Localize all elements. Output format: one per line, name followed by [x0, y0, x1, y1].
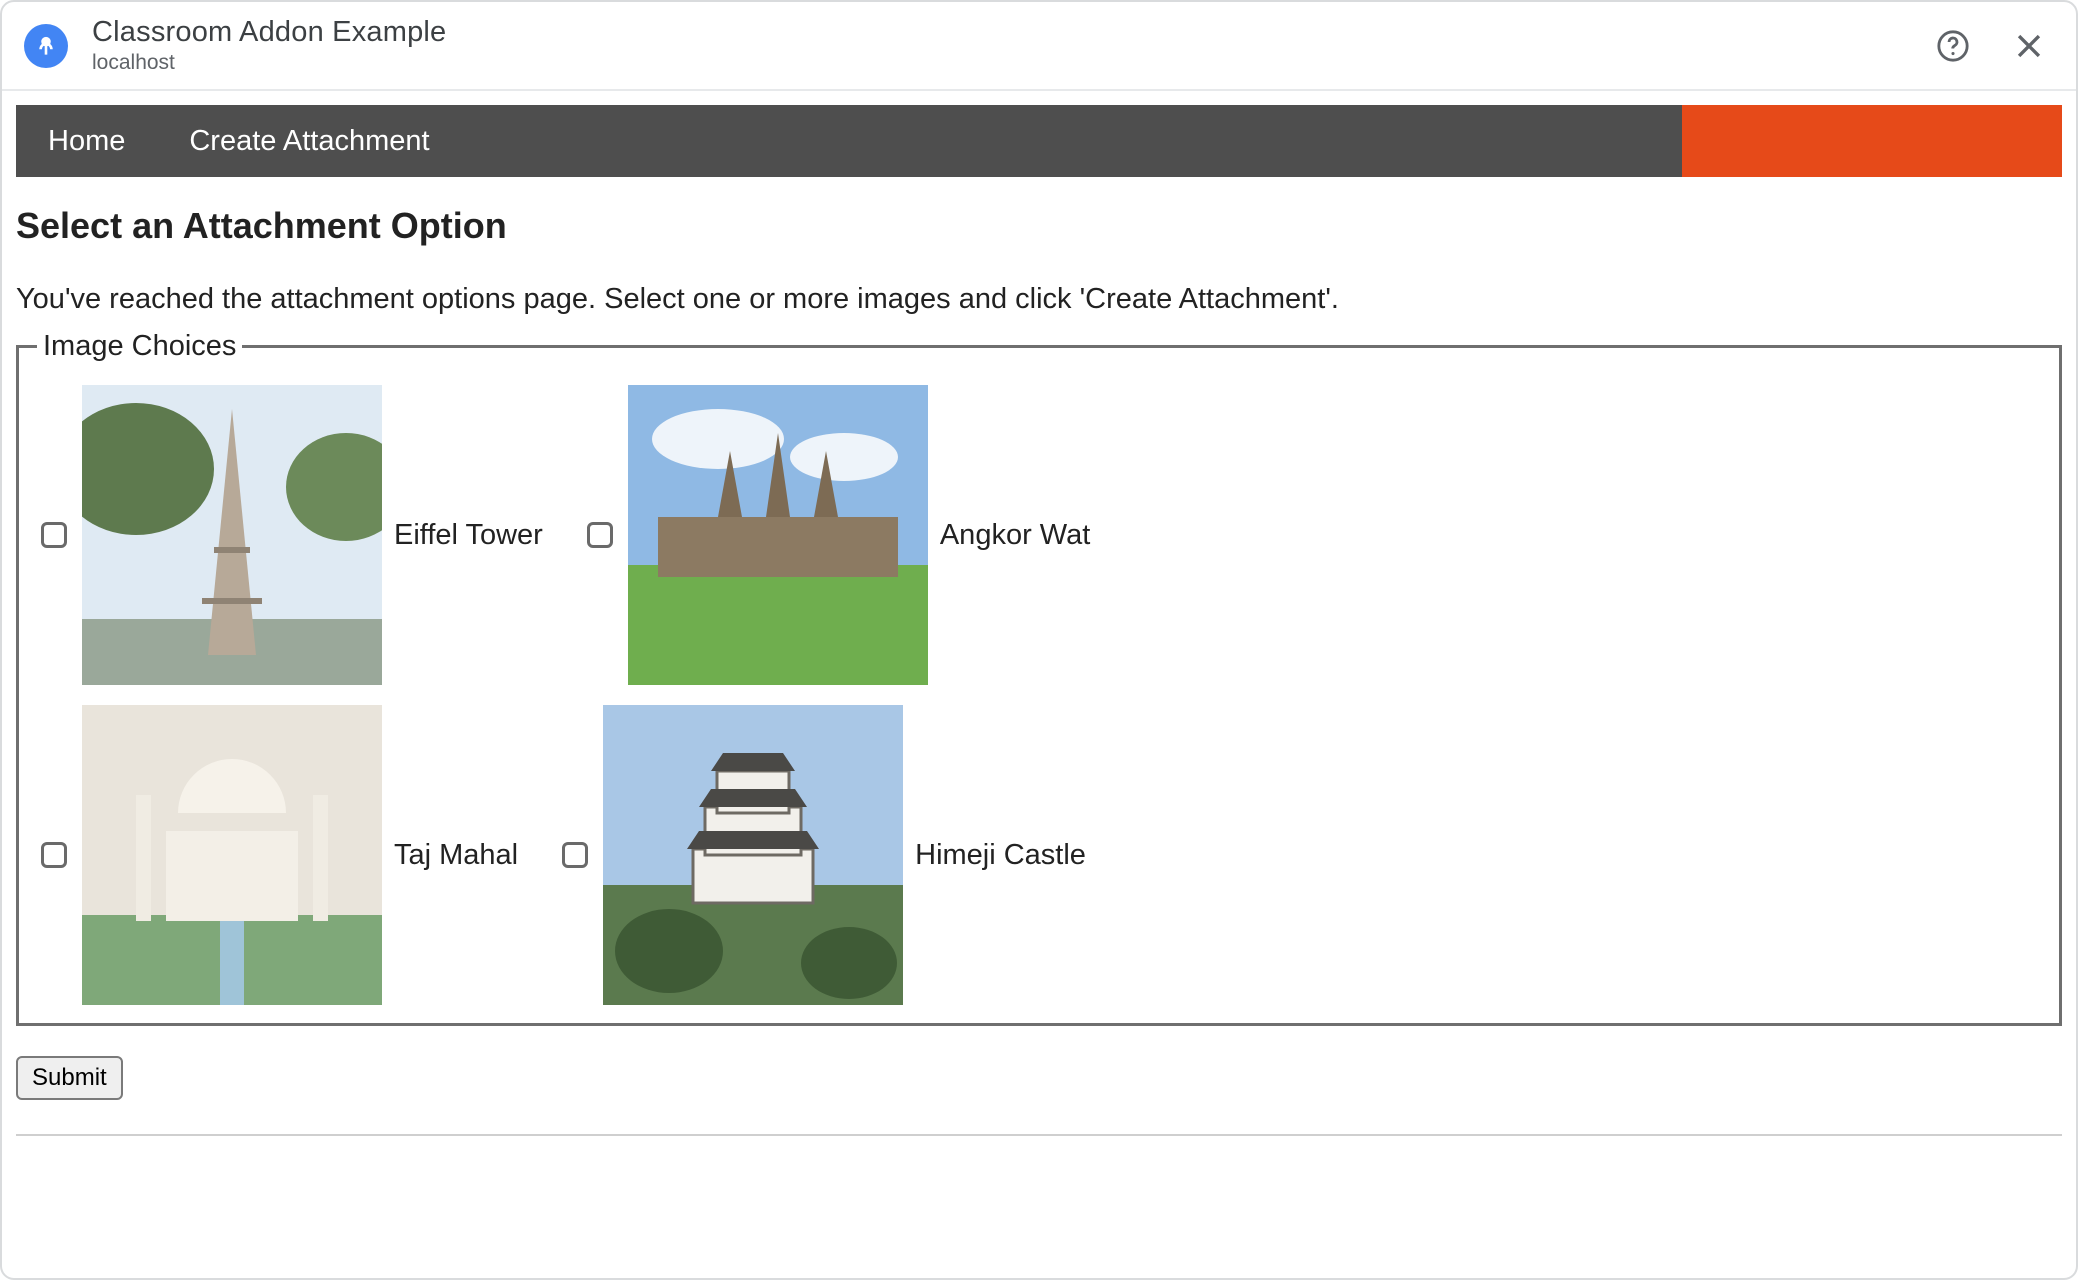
fieldset-legend: Image Choices	[37, 330, 242, 363]
addon-content: Home Create Attachment Select an Attachm…	[2, 91, 2076, 1164]
thumb-angkor-wat	[628, 385, 928, 685]
dialog-title: Classroom Addon Example	[92, 16, 446, 49]
page-title: Select an Attachment Option	[16, 205, 2062, 247]
navbar: Home Create Attachment	[16, 105, 2062, 177]
label-taj-mahal: Taj Mahal	[394, 839, 518, 872]
checkbox-angkor-wat[interactable]	[587, 522, 613, 548]
dialog-frame: Classroom Addon Example localhost Home C…	[0, 0, 2078, 1280]
dialog-titles: Classroom Addon Example localhost	[92, 16, 446, 75]
choice-angkor-wat[interactable]: Angkor Wat	[583, 385, 1090, 685]
thumb-taj-mahal	[82, 705, 382, 1005]
choices-grid: Eiffel Tower Angkor Wa	[37, 385, 2041, 1005]
checkbox-taj-mahal[interactable]	[41, 842, 67, 868]
choice-taj-mahal[interactable]: Taj Mahal	[37, 705, 518, 1005]
label-himeji-castle: Himeji Castle	[915, 839, 1086, 872]
page-lead: You've reached the attachment options pa…	[16, 283, 2062, 316]
image-choices-fieldset: Image Choices Eiffel Tow	[16, 330, 2062, 1026]
divider	[16, 1134, 2062, 1136]
dialog-subtitle: localhost	[92, 51, 446, 75]
choice-himeji-castle[interactable]: Himeji Castle	[558, 705, 1086, 1005]
dialog-header: Classroom Addon Example localhost	[2, 2, 2076, 91]
thumb-eiffel-tower	[82, 385, 382, 685]
addon-icon	[24, 24, 68, 68]
submit-button[interactable]: Submit	[16, 1056, 123, 1100]
choice-eiffel-tower[interactable]: Eiffel Tower	[37, 385, 543, 685]
label-eiffel-tower: Eiffel Tower	[394, 519, 543, 552]
nav-home[interactable]: Home	[16, 105, 157, 177]
help-icon[interactable]	[1936, 29, 1970, 63]
thumb-himeji-castle	[603, 705, 903, 1005]
nav-accent	[1682, 105, 2062, 177]
nav-create-attachment[interactable]: Create Attachment	[157, 105, 461, 177]
checkbox-himeji-castle[interactable]	[562, 842, 588, 868]
close-icon[interactable]	[2012, 29, 2046, 63]
label-angkor-wat: Angkor Wat	[940, 519, 1090, 552]
checkbox-eiffel-tower[interactable]	[41, 522, 67, 548]
